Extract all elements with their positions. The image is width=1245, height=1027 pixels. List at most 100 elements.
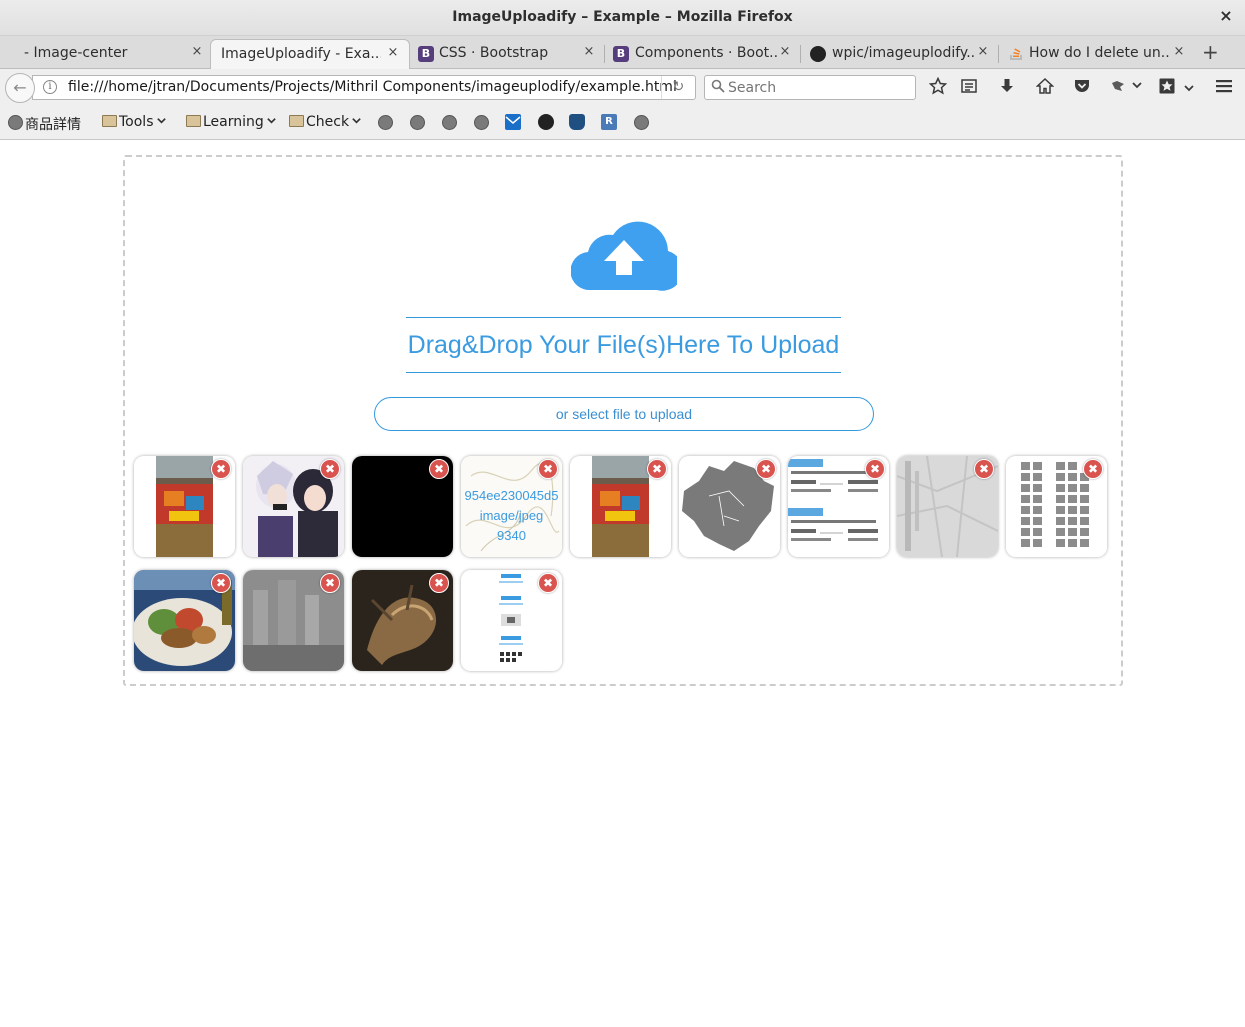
globe-icon[interactable] (378, 115, 393, 130)
tab-close-icon[interactable]: × (386, 45, 400, 60)
menu-icon[interactable] (1213, 77, 1235, 100)
folder-icon (186, 115, 201, 127)
tab-css-bootstrap[interactable]: B CSS · Bootstrap × (410, 39, 605, 69)
chevron-down-icon (267, 118, 276, 124)
tab-label: Components · Boot... (635, 45, 777, 61)
thumbnail: ✖ (134, 570, 235, 671)
site-info-icon[interactable]: i (43, 80, 57, 94)
remove-thumbnail-icon[interactable]: ✖ (211, 459, 231, 479)
remove-thumbnail-icon[interactable]: ✖ (429, 573, 449, 593)
remove-thumbnail-icon[interactable]: ✖ (320, 573, 340, 593)
bookmark-folder-label: Tools (119, 114, 154, 130)
bitbucket-icon[interactable] (569, 114, 585, 130)
remove-thumbnail-icon[interactable]: ✖ (1083, 459, 1103, 479)
placeholder-mimetype: image/jpeg (479, 508, 544, 523)
remove-thumbnail-icon[interactable]: ✖ (756, 459, 776, 479)
thumbnail: ✖ (352, 570, 453, 671)
url-bar[interactable]: i file:///home/jtran/Documents/Projects/… (32, 75, 696, 100)
remove-thumbnail-icon[interactable]: ✖ (538, 573, 558, 593)
cloud-upload-icon (571, 221, 677, 291)
placeholder-size: 9340 (497, 528, 526, 543)
folder-icon (289, 115, 304, 127)
remove-thumbnail-icon[interactable]: ✖ (320, 459, 340, 479)
tab-label: How do I delete un... (1029, 45, 1171, 61)
reading-list-icon[interactable] (958, 77, 980, 100)
globe-icon[interactable] (474, 115, 489, 130)
github-icon[interactable] (538, 114, 554, 130)
tab-close-icon[interactable]: × (976, 44, 990, 59)
chevron-down-icon (156, 118, 166, 124)
thumbnail: ✖ (461, 570, 562, 671)
thumbnail: ✖ (243, 456, 344, 557)
globe-icon[interactable] (634, 115, 649, 130)
back-button[interactable]: ← (5, 73, 35, 103)
sync-icon[interactable] (1156, 77, 1178, 100)
reload-icon[interactable]: ↻ (661, 76, 695, 99)
tab-components-bootstrap[interactable]: B Components · Boot... × (604, 39, 801, 69)
new-tab-button[interactable]: + (1202, 40, 1219, 64)
bookmark-folder-label: Learning (203, 114, 264, 130)
remove-thumbnail-icon[interactable]: ✖ (647, 459, 667, 479)
remove-thumbnail-icon[interactable]: ✖ (211, 573, 231, 593)
tab-label: ImageUploadify - Exa... (221, 46, 381, 62)
globe-icon[interactable] (410, 115, 425, 130)
extension-dropdown-icon[interactable] (1126, 79, 1148, 94)
tab-close-icon[interactable]: × (778, 44, 792, 59)
tab-github-imageuplodify[interactable]: wpic/imageuplodify... × (800, 39, 999, 69)
chevron-down-icon (352, 118, 361, 124)
remove-thumbnail-icon[interactable]: ✖ (865, 459, 885, 479)
bookmark-folder-check[interactable]: Check (289, 114, 362, 130)
r-icon[interactable]: R (601, 114, 617, 130)
thumbnail: ✖ (243, 570, 344, 671)
home-icon[interactable] (1034, 77, 1056, 100)
tab-strip: - Image-center × ImageUploadify - Exa...… (0, 36, 1245, 69)
bootstrap-icon: B (418, 46, 434, 62)
folder-icon (102, 115, 117, 127)
stackoverflow-icon (1008, 46, 1024, 62)
drop-instructions: Drag&Drop Your File(s)Here To Upload (406, 317, 841, 373)
mail-icon[interactable] (505, 114, 521, 130)
thumbnail: ✖ (679, 456, 780, 557)
star-icon[interactable] (927, 76, 949, 100)
placeholder-filename: 954ee230045d5 (464, 488, 559, 503)
thumbnail: ✖ (134, 456, 235, 557)
search-icon (711, 79, 725, 97)
remove-thumbnail-icon[interactable]: ✖ (974, 459, 994, 479)
tab-imageuploadify[interactable]: ImageUploadify - Exa... × (210, 39, 410, 69)
bookmark-folder-learning[interactable]: Learning (186, 114, 277, 130)
select-file-button[interactable]: or select file to upload (374, 397, 874, 431)
bookmark-item[interactable]: 商品詳情 (25, 114, 81, 134)
upload-dropzone[interactable]: Drag&Drop Your File(s)Here To Upload or … (123, 155, 1123, 686)
thumbnail: ✖ (897, 456, 998, 557)
window-title: ImageUploadify – Example – Mozilla Firef… (452, 9, 793, 25)
thumbnail: ✖ (1006, 456, 1107, 557)
remove-thumbnail-icon[interactable]: ✖ (429, 459, 449, 479)
tab-close-icon[interactable]: × (190, 44, 204, 59)
bookmark-folder-label: Check (306, 114, 350, 130)
globe-icon[interactable] (442, 115, 457, 130)
thumbnail-placeholder: 954ee230045d5 image/jpeg 9340 ✖ (461, 456, 562, 557)
search-bar[interactable] (704, 75, 916, 100)
window-close-icon[interactable]: × (1217, 7, 1235, 25)
url-text[interactable]: file:///home/jtran/Documents/Projects/Mi… (68, 79, 677, 95)
thumbnail: ✖ (788, 456, 889, 557)
tab-close-icon[interactable]: × (1172, 44, 1186, 59)
search-input[interactable] (728, 78, 908, 98)
tab-label: wpic/imageuplodify... (832, 45, 974, 61)
tab-close-icon[interactable]: × (582, 44, 596, 59)
tab-label: - Image-center (24, 45, 128, 61)
tab-stackoverflow[interactable]: How do I delete un... × (998, 39, 1194, 69)
thumbnail: ✖ (570, 456, 671, 557)
download-icon[interactable] (996, 77, 1018, 100)
sync-dropdown-icon[interactable] (1178, 79, 1200, 99)
bookmark-folder-tools[interactable]: Tools (102, 114, 167, 130)
tab-label: CSS · Bootstrap (439, 45, 549, 61)
pocket-icon[interactable] (1071, 77, 1093, 100)
nav-bar: i file:///home/jtran/Documents/Projects/… (0, 69, 1245, 106)
thumbnail: ✖ (352, 456, 453, 557)
bookmarks-bar: 商品詳情 Tools Learning Check R (0, 106, 1245, 140)
tab-image-center[interactable]: - Image-center × (8, 39, 210, 69)
remove-thumbnail-icon[interactable]: ✖ (538, 459, 558, 479)
globe-icon (8, 115, 23, 130)
bootstrap-icon: B (613, 46, 629, 62)
